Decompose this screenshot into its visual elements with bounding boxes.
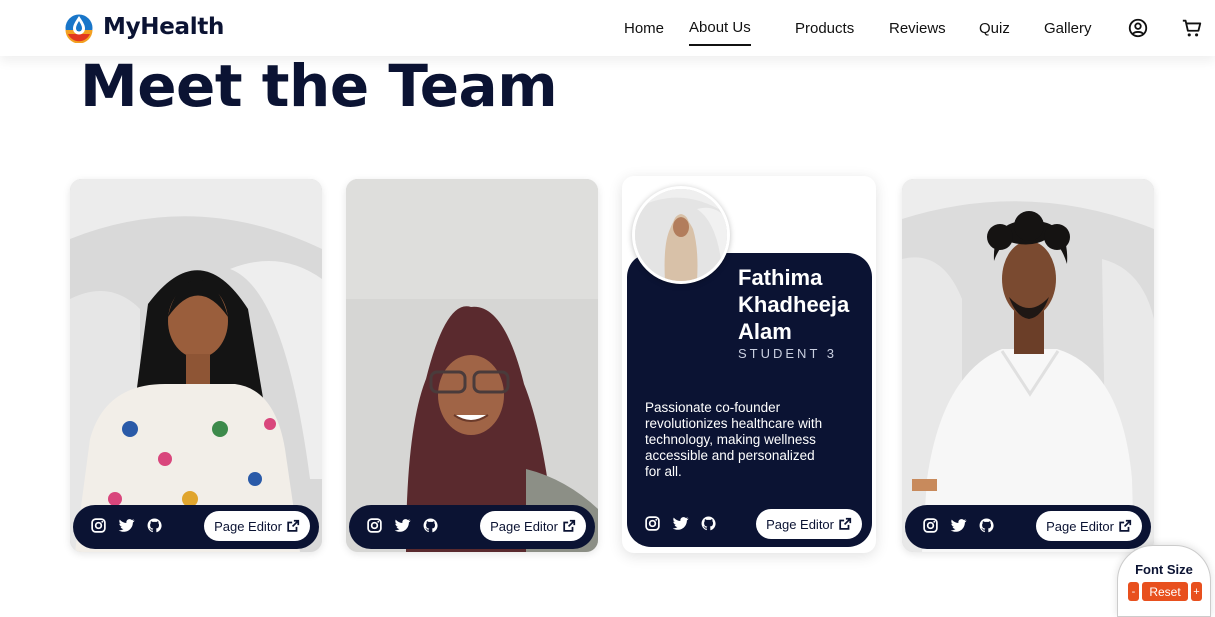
- instagram-icon[interactable]: [90, 517, 107, 534]
- external-link-icon: [287, 519, 300, 532]
- page-editor-button[interactable]: Page Editor: [1036, 511, 1142, 541]
- page-editor-button[interactable]: Page Editor: [756, 509, 862, 539]
- instagram-icon[interactable]: [366, 517, 383, 534]
- page-editor-label: Page Editor: [1046, 518, 1114, 534]
- team-member-photo: [902, 179, 1154, 552]
- team-member-photo: [346, 179, 598, 552]
- nav-link-gallery[interactable]: Gallery: [1044, 20, 1092, 37]
- nav-link-products[interactable]: Products: [795, 20, 854, 37]
- twitter-icon[interactable]: [118, 517, 135, 534]
- github-icon[interactable]: [146, 517, 163, 534]
- page-editor-button[interactable]: Page Editor: [204, 511, 310, 541]
- page-editor-button[interactable]: Page Editor: [480, 511, 586, 541]
- account-icon[interactable]: [1127, 17, 1149, 39]
- card-action-bar: Page Editor: [633, 504, 869, 544]
- page-editor-label: Page Editor: [214, 518, 282, 534]
- github-icon[interactable]: [978, 517, 995, 534]
- twitter-icon[interactable]: [394, 517, 411, 534]
- nav-link-quiz[interactable]: Quiz: [979, 20, 1010, 37]
- twitter-icon[interactable]: [950, 517, 967, 534]
- font-size-controls: - Reset +: [1128, 582, 1202, 601]
- team-card[interactable]: Page Editor: [70, 179, 322, 552]
- font-increase-button[interactable]: +: [1191, 582, 1202, 601]
- team-member-photo: [70, 179, 322, 552]
- github-icon[interactable]: [422, 517, 439, 534]
- team-card[interactable]: Page Editor: [902, 179, 1154, 552]
- font-size-title: Font Size: [1135, 562, 1193, 577]
- font-decrease-button[interactable]: -: [1128, 582, 1139, 601]
- cart-icon[interactable]: [1181, 17, 1203, 39]
- instagram-icon[interactable]: [922, 517, 939, 534]
- page-heading: Meet the Team: [80, 52, 558, 120]
- external-link-icon: [563, 519, 576, 532]
- twitter-icon[interactable]: [672, 515, 689, 532]
- nav-links: Home About Us Products Reviews Quiz Gall…: [0, 0, 1215, 56]
- card-action-bar: Page Editor: [73, 505, 319, 549]
- font-size-widget: Font Size - Reset +: [1117, 545, 1211, 617]
- member-bio: Passionate co-founder revolutionizes hea…: [645, 400, 823, 479]
- instagram-icon[interactable]: [644, 515, 661, 532]
- card-action-bar: Page Editor: [905, 505, 1151, 549]
- team-card[interactable]: Page Editor: [346, 179, 598, 552]
- nav-link-about-us[interactable]: About Us: [689, 19, 751, 46]
- external-link-icon: [839, 517, 852, 530]
- font-reset-button[interactable]: Reset: [1142, 582, 1188, 601]
- card-action-bar: Page Editor: [349, 505, 595, 549]
- member-avatar-image: [635, 189, 727, 281]
- page-editor-label: Page Editor: [490, 518, 558, 534]
- page-editor-label: Page Editor: [766, 516, 834, 532]
- github-icon[interactable]: [700, 515, 717, 532]
- member-name: Fathima Khadheeja Alam: [738, 265, 850, 344]
- member-role: STUDENT 3: [738, 346, 837, 361]
- team-card-active[interactable]: Fathima Khadheeja Alam STUDENT 3 Passion…: [622, 176, 876, 553]
- member-avatar: [632, 186, 730, 284]
- nav-link-home[interactable]: Home: [624, 20, 664, 37]
- top-navbar: MyHealth Home About Us Products Reviews …: [0, 0, 1215, 56]
- nav-link-reviews[interactable]: Reviews: [889, 20, 946, 37]
- external-link-icon: [1119, 519, 1132, 532]
